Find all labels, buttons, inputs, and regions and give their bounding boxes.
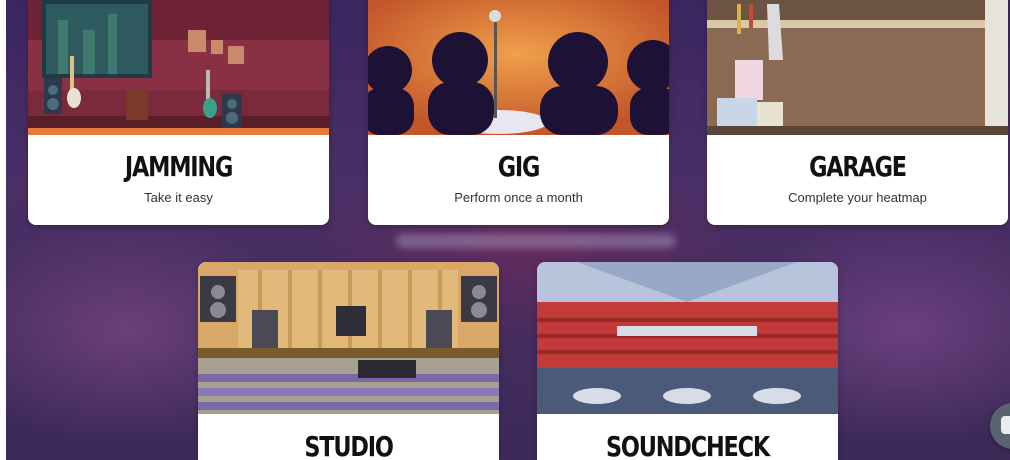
card-title: GARAGE bbox=[809, 150, 907, 183]
jamming-image bbox=[28, 0, 329, 135]
card-soundcheck[interactable]: SOUNDCHECK bbox=[537, 262, 838, 460]
card-jamming[interactable]: JAMMING Take it easy bbox=[28, 0, 329, 225]
gig-image bbox=[368, 0, 669, 135]
garage-image bbox=[707, 0, 1008, 135]
soundcheck-image bbox=[537, 262, 838, 414]
card-title: STUDIO bbox=[304, 430, 394, 460]
card-garage[interactable]: GARAGE Complete your heatmap bbox=[707, 0, 1008, 225]
card-gig[interactable]: GIG Perform once a month bbox=[368, 0, 669, 225]
chat-button[interactable] bbox=[990, 403, 1010, 449]
blurred-background-text bbox=[396, 234, 676, 248]
card-title: JAMMING bbox=[124, 150, 234, 183]
chat-icon bbox=[1001, 416, 1010, 434]
studio-image bbox=[198, 262, 499, 414]
card-title: GIG bbox=[497, 150, 541, 183]
background-stage: JAMMING Take it easy GIG Perform once a … bbox=[6, 0, 1010, 460]
card-subtitle: Perform once a month bbox=[454, 190, 583, 205]
card-subtitle: Complete your heatmap bbox=[788, 190, 927, 205]
card-title: SOUNDCHECK bbox=[606, 430, 770, 460]
card-subtitle: Take it easy bbox=[144, 190, 213, 205]
card-studio[interactable]: STUDIO bbox=[198, 262, 499, 460]
